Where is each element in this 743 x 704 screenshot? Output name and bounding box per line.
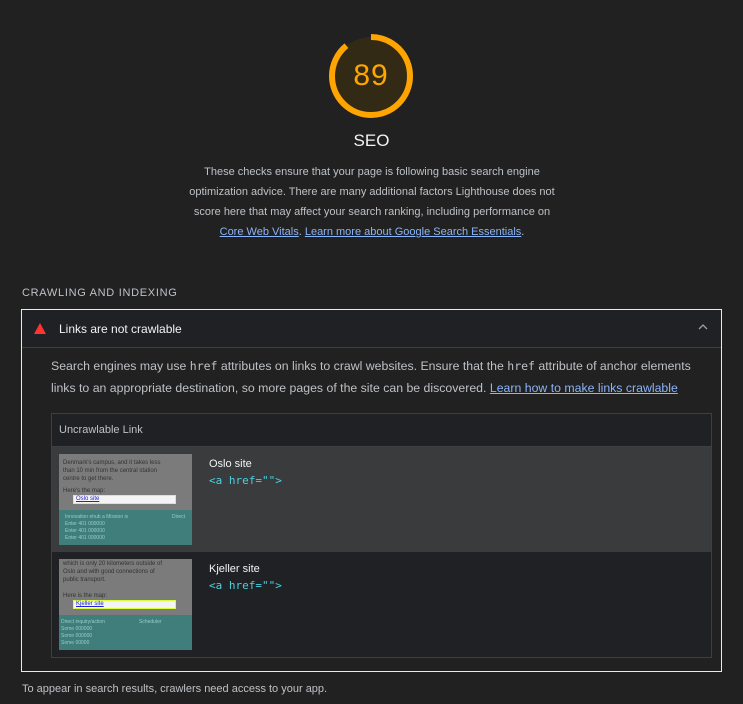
thumb-bottom-text: Some 000000 — [61, 633, 93, 639]
thumb-text: Here is the map: — [63, 593, 108, 599]
thumb-text: which is only 20 kilometers outside of — [63, 561, 163, 567]
audit-description: Search engines may use href attributes o… — [51, 355, 716, 399]
thumb-text: public transport. — [63, 577, 106, 583]
learn-more-link[interactable]: Learn more about Google Search Essential… — [305, 226, 521, 238]
thumb-text: Oslo and with good connections of — [63, 569, 155, 575]
element-screenshot[interactable]: which is only 20 kilometers outside of O… — [59, 559, 192, 650]
thumb-bottom-text: Some 000000 — [61, 626, 93, 632]
learn-crawlable-link[interactable]: Learn how to make links crawlable — [490, 381, 678, 395]
description-text: These checks ensure that your page is fo… — [189, 166, 555, 218]
thumb-bottom-text: Scheduler — [139, 619, 162, 625]
table-header: Uncrawlable Link — [52, 414, 711, 447]
category-title: SEO — [353, 131, 390, 150]
thumb-bottom-text: Enter 401 000000 — [65, 535, 105, 541]
thumb-text: Denmark's campus, and it takes less — [63, 460, 161, 466]
category-description: These checks ensure that your page is fo… — [186, 162, 558, 242]
thumb-highlight: Kjeller site — [73, 600, 176, 609]
audit-links-crawlable: Links are not crawlable Search engines m… — [21, 309, 722, 672]
audit-code-href: href — [189, 359, 218, 373]
audit-code-href: href — [507, 359, 535, 373]
details-table: Uncrawlable Link Denmark's campus, and i… — [51, 413, 712, 658]
footer-note: To appear in search results, crawlers ne… — [22, 683, 328, 695]
audit-desc-part: Search engines may use — [51, 359, 190, 373]
thumb-text: centre to get there. — [63, 476, 114, 482]
thumb-bottom-text: Enter 401 000000 — [65, 528, 105, 534]
thumb-bottom-text: Enter 401 000000 — [65, 521, 105, 527]
table-row[interactable]: Denmark's campus, and it takes less than… — [52, 447, 711, 552]
thumb-bottom-text: Innovation ehub a Mission is — [65, 514, 129, 520]
thumb-text: Here's the map: — [63, 488, 106, 494]
core-web-vitals-link[interactable]: Core Web Vitals — [220, 226, 299, 238]
link-label: Kjeller site — [209, 563, 260, 575]
audit-header[interactable]: Links are not crawlable — [22, 310, 721, 348]
link-snippet[interactable]: <a href=""> — [209, 474, 282, 487]
audit-title: Links are not crawlable — [59, 321, 182, 336]
score-value: 89 — [353, 59, 389, 92]
description-end: . — [521, 226, 525, 238]
chevron-up-icon[interactable] — [696, 320, 710, 334]
score-gauge: 89 — [328, 33, 414, 119]
thumb-bottom-text: Some 00000 — [61, 640, 90, 646]
thumb-highlight: Oslo site — [73, 495, 176, 504]
section-title: Crawling and Indexing — [22, 287, 178, 299]
thumb-bottom-text: Direct — [172, 514, 186, 520]
audit-desc-part: attributes on links to crawl websites. E… — [217, 359, 508, 373]
link-label: Oslo site — [209, 458, 252, 470]
thumb-text: than 10 min from the central station — [63, 468, 158, 474]
table-row[interactable]: which is only 20 kilometers outside of O… — [52, 552, 711, 657]
element-screenshot[interactable]: Denmark's campus, and it takes less than… — [59, 454, 192, 545]
thumb-bottom-text: Direct inquiry/action — [61, 619, 105, 625]
fail-triangle-icon — [34, 323, 46, 334]
link-snippet[interactable]: <a href=""> — [209, 579, 282, 592]
